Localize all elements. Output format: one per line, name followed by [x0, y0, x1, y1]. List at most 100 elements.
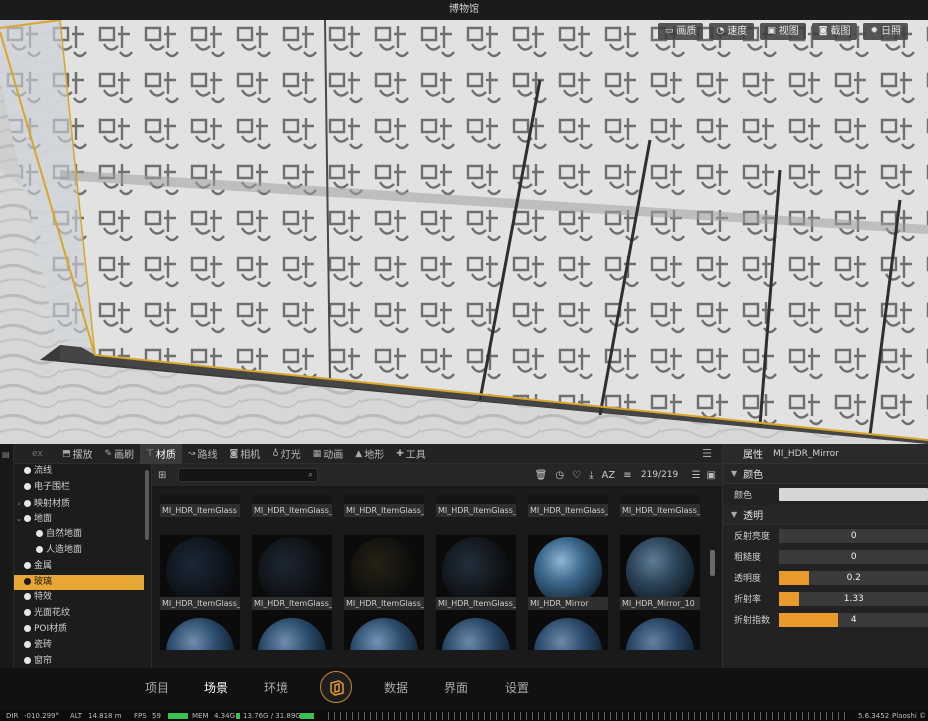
tree-item[interactable]: 光面花纹 — [14, 606, 144, 622]
status-bar: DIR -010.299° ALT 14.818 m FPS 59 MEM 4.… — [0, 711, 928, 721]
timeline-ticks[interactable] — [328, 712, 848, 720]
delete-icon[interactable]: 🗑︎ — [535, 470, 548, 481]
folder-tree-icon[interactable]: ⊞ — [158, 470, 172, 481]
tab-light[interactable]: ♁ 灯光 — [266, 444, 307, 464]
tab-route[interactable]: ↝ 路线 — [182, 444, 224, 464]
tree-item[interactable]: POI材质 — [14, 622, 144, 638]
category-icon — [36, 530, 43, 538]
quality-button[interactable]: ▭ 画质 — [657, 23, 704, 40]
refraction-rate-slider[interactable]: 1.33 — [778, 591, 928, 606]
collapse-icon[interactable]: ⌄ — [14, 511, 24, 527]
material-thumb[interactable] — [620, 610, 700, 650]
tab-material[interactable]: ⊤ 材质 — [140, 443, 182, 464]
history-icon[interactable]: ◷ — [555, 470, 564, 481]
material-thumb[interactable]: MI_HDR_Mirror_10 — [620, 515, 700, 610]
material-grid-area: ⊞ ⌕ 🗑︎ ◷ ♡ ⤓ AZ ≡ 219/219 ☰ ▣ MI_HDR_Ite… — [152, 464, 722, 668]
material-thumb[interactable]: MI_HDR_ItemGlass — [160, 495, 240, 517]
tab-tool[interactable]: ✚ 工具 — [390, 444, 432, 464]
category-icon — [24, 467, 31, 474]
tree-item[interactable]: 流线 — [14, 464, 144, 480]
material-thumb[interactable] — [528, 610, 608, 650]
dir-value: -010.299° — [24, 712, 59, 720]
view-button[interactable]: ▣ 视图 — [760, 23, 806, 40]
nav-interface[interactable]: 界面 — [444, 668, 468, 711]
sunlight-button[interactable]: ✹ 日照 — [863, 23, 908, 40]
properties-title: 属性 — [743, 450, 763, 461]
tree-item[interactable]: ⌄ 地面 — [14, 511, 144, 527]
tree-item[interactable]: 人造地面 — [14, 543, 144, 559]
roughness-slider[interactable]: 0 — [778, 549, 928, 564]
category-icon — [24, 656, 31, 664]
tool-icon: ✚ — [396, 448, 404, 459]
color-swatch[interactable] — [778, 488, 928, 501]
nav-data[interactable]: 数据 — [384, 668, 408, 711]
fps-label: FPS — [134, 712, 147, 720]
properties-panel: 属性 MI_HDR_Mirror ▼ 颜色 颜色 ▼ 透明 反射亮度 0 粗糙度… — [722, 444, 928, 668]
tree-item[interactable]: 金属 — [14, 559, 144, 575]
material-thumb[interactable] — [252, 610, 332, 650]
tab-terrain[interactable]: ▲ 地形 — [349, 444, 390, 464]
tree-item[interactable]: 自然地面 — [14, 527, 144, 543]
sort-order-icon[interactable]: ≡ — [623, 470, 631, 481]
material-thumb[interactable]: MI_HDR_ItemGlass_ — [436, 515, 516, 610]
tab-brush[interactable]: ✎ 画刷 — [99, 444, 141, 464]
tab-animation[interactable]: ▦ 动画 — [307, 444, 350, 464]
speed-button[interactable]: ◔ 速度 — [709, 23, 755, 40]
search-input[interactable]: ⌕ — [178, 468, 318, 482]
center-logo-button[interactable] — [320, 671, 352, 703]
nav-environment[interactable]: 环境 — [264, 668, 288, 711]
download-icon[interactable]: ⤓ — [589, 470, 593, 481]
category-icon — [24, 577, 31, 585]
3d-viewport[interactable]: ▭ 画质 ◔ 速度 ▣ 视图 ◙ 截图 ✹ 日照 — [0, 20, 928, 444]
sort-az-button[interactable]: AZ — [601, 470, 615, 481]
fps-value: 59 — [152, 712, 161, 720]
tree-item-selected[interactable]: 玻璃 — [14, 574, 144, 591]
nav-project[interactable]: 项目 — [145, 668, 169, 711]
material-thumb[interactable]: MI_HDR_ItemGlass_ — [252, 495, 332, 517]
tab-camera[interactable]: ◙ 相机 — [223, 444, 266, 464]
expand-icon[interactable]: › — [14, 496, 24, 512]
opacity-slider[interactable]: 0.2 — [778, 570, 928, 585]
thumb-image — [528, 535, 608, 597]
grid-view-icon[interactable]: ▣ — [707, 470, 716, 481]
property-rows: 反射亮度 0 粗糙度 0 透明度 0.2 折射率 1.33 折射指数 4 — [723, 525, 928, 630]
thumb-image — [252, 610, 332, 650]
reflection-slider[interactable]: 0 — [778, 528, 928, 543]
material-thumb[interactable] — [160, 610, 240, 650]
tree-item[interactable]: 特效 — [14, 590, 144, 606]
tree-item[interactable]: 电子围栏 — [14, 480, 144, 496]
tab-place[interactable]: ⬒ 摆放 — [56, 444, 99, 464]
section-color[interactable]: ▼ 颜色 — [723, 464, 928, 484]
nav-scene[interactable]: 场景 — [204, 668, 228, 711]
list-view-icon[interactable]: ☰ — [692, 470, 701, 481]
property-row: 粗糙度 0 — [723, 546, 928, 567]
search-icon: ⌕ — [307, 470, 313, 480]
refraction-index-slider[interactable]: 4 — [778, 612, 928, 627]
property-row: 折射指数 4 — [723, 609, 928, 630]
material-thumb[interactable]: MI_HDR_ItemGlass_ — [436, 495, 516, 517]
tree-item[interactable]: 窗帘 — [14, 654, 144, 670]
material-thumb[interactable]: MI_HDR_ItemGlass_ — [252, 515, 332, 610]
grid-scrollbar[interactable] — [710, 550, 715, 576]
material-thumb[interactable]: MI_HDR_ItemGlass_ — [160, 515, 240, 610]
material-thumb[interactable]: MI_HDR_Mirror — [528, 515, 608, 610]
fps-meter — [168, 713, 188, 719]
screenshot-button[interactable]: ◙ 截图 — [811, 23, 858, 40]
material-thumb[interactable] — [344, 610, 424, 650]
nav-settings[interactable]: 设置 — [505, 668, 529, 711]
material-thumb[interactable]: MI_HDR_ItemGlass_ — [344, 495, 424, 517]
material-thumb[interactable] — [436, 610, 516, 650]
material-thumb[interactable]: MI_HDR_ItemGlass_ — [344, 515, 424, 610]
list-menu-icon[interactable]: ☰ — [702, 447, 712, 460]
section-transparency[interactable]: ▼ 透明 — [723, 505, 928, 525]
favorite-icon[interactable]: ♡ — [572, 470, 581, 481]
tree-scrollbar[interactable] — [145, 470, 149, 540]
item-count: 219/219 — [640, 470, 679, 480]
panel-menu-icon[interactable]: ▤ — [2, 450, 10, 459]
material-name: MI_HDR_Mirror — [773, 448, 839, 459]
tree-item[interactable]: 瓷砖 — [14, 638, 144, 654]
material-thumb[interactable]: MI_HDR_ItemGlass_ — [528, 495, 608, 517]
tree-item[interactable]: › 映射材质 — [14, 496, 144, 512]
material-thumb[interactable]: MI_HDR_ItemGlass_ — [620, 495, 700, 517]
window-title: 博物馆 — [0, 0, 928, 20]
